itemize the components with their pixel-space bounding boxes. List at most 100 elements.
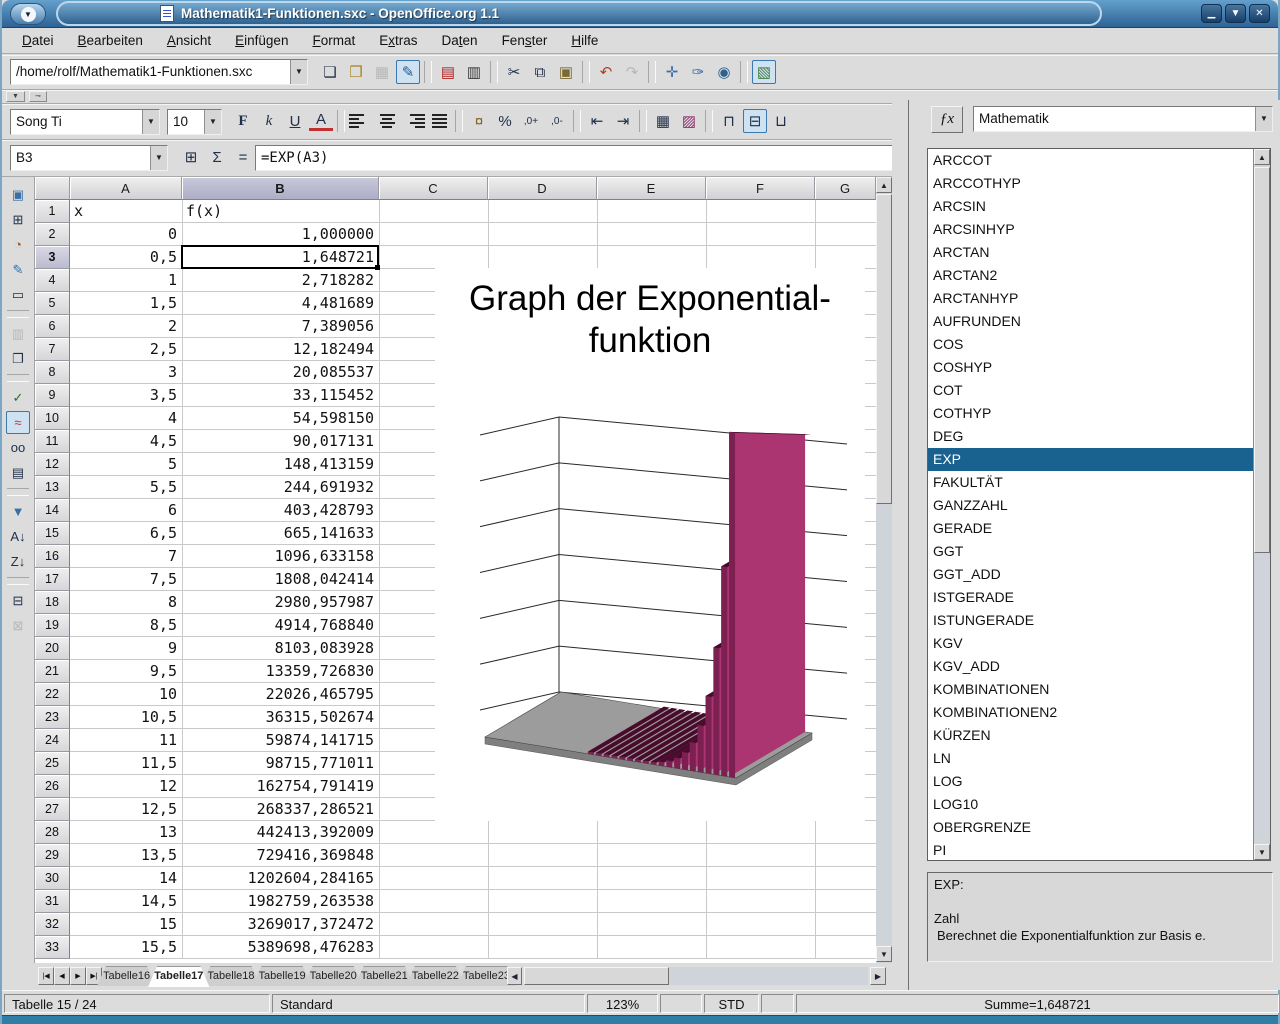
cell-b18[interactable]: 2980,957987: [182, 591, 379, 613]
row-header-32[interactable]: 32: [35, 913, 70, 936]
export-pdf-icon[interactable]: ▤: [436, 60, 460, 84]
row-header-10[interactable]: 10: [35, 407, 70, 430]
cell-a3[interactable]: 0,5: [70, 246, 182, 268]
status-mode[interactable]: STD: [704, 994, 759, 1013]
cell-a31[interactable]: 14,5: [70, 890, 182, 912]
cell-a9[interactable]: 3,5: [70, 384, 182, 406]
align-left-icon[interactable]: [349, 109, 373, 133]
row-header-18[interactable]: 18: [35, 591, 70, 614]
function-list-item-cot[interactable]: COT: [928, 379, 1254, 402]
cell-b14[interactable]: 403,428793: [182, 499, 379, 521]
cell-a10[interactable]: 4: [70, 407, 182, 429]
row-header-27[interactable]: 27: [35, 798, 70, 821]
menu-extras[interactable]: Extras: [367, 30, 429, 51]
row-header-30[interactable]: 30: [35, 867, 70, 890]
function-category-field[interactable]: Mathematik: [974, 107, 1255, 131]
row-header-11[interactable]: 11: [35, 430, 70, 453]
row-header-9[interactable]: 9: [35, 384, 70, 407]
font-color-icon[interactable]: A: [309, 111, 333, 131]
cell-a23[interactable]: 10,5: [70, 706, 182, 728]
row-header-5[interactable]: 5: [35, 292, 70, 315]
function-list-item-ggtadd[interactable]: GGT_ADD: [928, 563, 1254, 586]
function-list-item-exp[interactable]: EXP: [928, 448, 1254, 471]
sheet-tab-tabelle19[interactable]: Tabelle19: [253, 966, 312, 986]
column-header-a[interactable]: A: [70, 177, 182, 200]
function-list-item-ggt[interactable]: GGT: [928, 540, 1254, 563]
align-bottom-icon[interactable]: ⊔: [769, 109, 793, 133]
draw-functions-icon[interactable]: ✎: [6, 258, 30, 281]
cell-b21[interactable]: 13359,726830: [182, 660, 379, 682]
menu-hilfe[interactable]: Hilfe: [559, 30, 610, 51]
function-list-item-kombinationen[interactable]: KOMBINATIONEN: [928, 678, 1254, 701]
cell-b11[interactable]: 90,017131: [182, 430, 379, 452]
function-list-item-kgv[interactable]: KGV: [928, 632, 1254, 655]
decrease-indent-icon[interactable]: ⇤: [585, 109, 609, 133]
sort-descending-icon[interactable]: Z↓: [6, 550, 30, 573]
column-header-c[interactable]: C: [379, 177, 488, 200]
panel-splitter[interactable]: [892, 100, 908, 990]
cell-b30[interactable]: 1202604,284165: [182, 867, 379, 889]
cell-a30[interactable]: 14: [70, 867, 182, 889]
function-list-item-arctanhyp[interactable]: ARCTANHYP: [928, 287, 1254, 310]
row-header-14[interactable]: 14: [35, 499, 70, 522]
cell-b33[interactable]: 5389698,476283: [182, 936, 379, 958]
row-header-3[interactable]: 3: [35, 246, 70, 269]
function-wizard-icon[interactable]: ⊞: [179, 145, 203, 169]
row-header-6[interactable]: 6: [35, 315, 70, 338]
cell-b25[interactable]: 98715,771011: [182, 752, 379, 774]
prev-sheet-icon[interactable]: ◀: [54, 967, 70, 985]
cell-a13[interactable]: 5,5: [70, 476, 182, 498]
cell-a24[interactable]: 11: [70, 729, 182, 751]
align-top-icon[interactable]: ⊓: [717, 109, 741, 133]
row-header-4[interactable]: 4: [35, 269, 70, 292]
insert-icon[interactable]: ▣: [6, 183, 30, 206]
cell-b22[interactable]: 22026,465795: [182, 683, 379, 705]
function-list-item-arctan[interactable]: ARCTAN: [928, 241, 1254, 264]
cell-a22[interactable]: 10: [70, 683, 182, 705]
scroll-down-icon[interactable]: ▼: [876, 946, 892, 962]
cell-b4[interactable]: 2,718282: [182, 269, 379, 291]
hscroll-thumb[interactable]: [524, 967, 669, 985]
row-header-22[interactable]: 22: [35, 683, 70, 706]
row-header-29[interactable]: 29: [35, 844, 70, 867]
sum-icon[interactable]: Σ: [205, 145, 229, 169]
title-bar[interactable]: ▼ Mathematik1-Funktionen.sxc - OpenOffic…: [2, 0, 1278, 28]
tab-scroll-left-icon[interactable]: ◀: [507, 967, 522, 985]
menu-datei[interactable]: Datei: [10, 30, 66, 51]
cell-b29[interactable]: 729416,369848: [182, 844, 379, 866]
cell-a1[interactable]: x: [70, 200, 182, 222]
function-list-item-arcsin[interactable]: ARCSIN: [928, 195, 1254, 218]
pin-toolbar-icon[interactable]: ⊸: [29, 91, 47, 102]
menu-einfgen[interactable]: Einfügen: [223, 30, 300, 51]
sort-ascending-icon[interactable]: A↓: [6, 525, 30, 548]
row-header-23[interactable]: 23: [35, 706, 70, 729]
function-list-item-krzen[interactable]: KÜRZEN: [928, 724, 1254, 747]
row-header-8[interactable]: 8: [35, 361, 70, 384]
column-header-e[interactable]: E: [597, 177, 706, 200]
cell-a7[interactable]: 2,5: [70, 338, 182, 360]
cell-b6[interactable]: 7,389056: [182, 315, 379, 337]
sheet-tab-tabelle17[interactable]: Tabelle17: [148, 966, 209, 987]
close-button[interactable]: ✕: [1249, 4, 1270, 23]
spellcheck-icon[interactable]: ✓: [6, 386, 30, 409]
cut-icon[interactable]: ✂: [502, 60, 526, 84]
increase-indent-icon[interactable]: ⇥: [611, 109, 635, 133]
function-list-item-istungerade[interactable]: ISTUNGERADE: [928, 609, 1254, 632]
form-controls-icon[interactable]: ▭: [6, 283, 30, 306]
vscroll-thumb[interactable]: [876, 194, 892, 504]
equals-icon[interactable]: =: [231, 145, 255, 169]
status-page-style[interactable]: Standard: [272, 994, 585, 1013]
row-header-28[interactable]: 28: [35, 821, 70, 844]
row-header-7[interactable]: 7: [35, 338, 70, 361]
column-header-g[interactable]: G: [815, 177, 876, 200]
number-format-percent-icon[interactable]: %: [493, 109, 517, 133]
row-header-21[interactable]: 21: [35, 660, 70, 683]
borders-icon[interactable]: ▦: [651, 109, 675, 133]
scroll-right-icon[interactable]: ▶: [870, 967, 886, 985]
chevron-down-icon[interactable]: ▼: [142, 110, 159, 134]
auto-spellcheck-icon[interactable]: ≈: [6, 411, 30, 434]
cell-b5[interactable]: 4,481689: [182, 292, 379, 314]
function-list-item-ganzzahl[interactable]: GANZZAHL: [928, 494, 1254, 517]
row-header-20[interactable]: 20: [35, 637, 70, 660]
menu-daten[interactable]: Daten: [430, 30, 490, 51]
